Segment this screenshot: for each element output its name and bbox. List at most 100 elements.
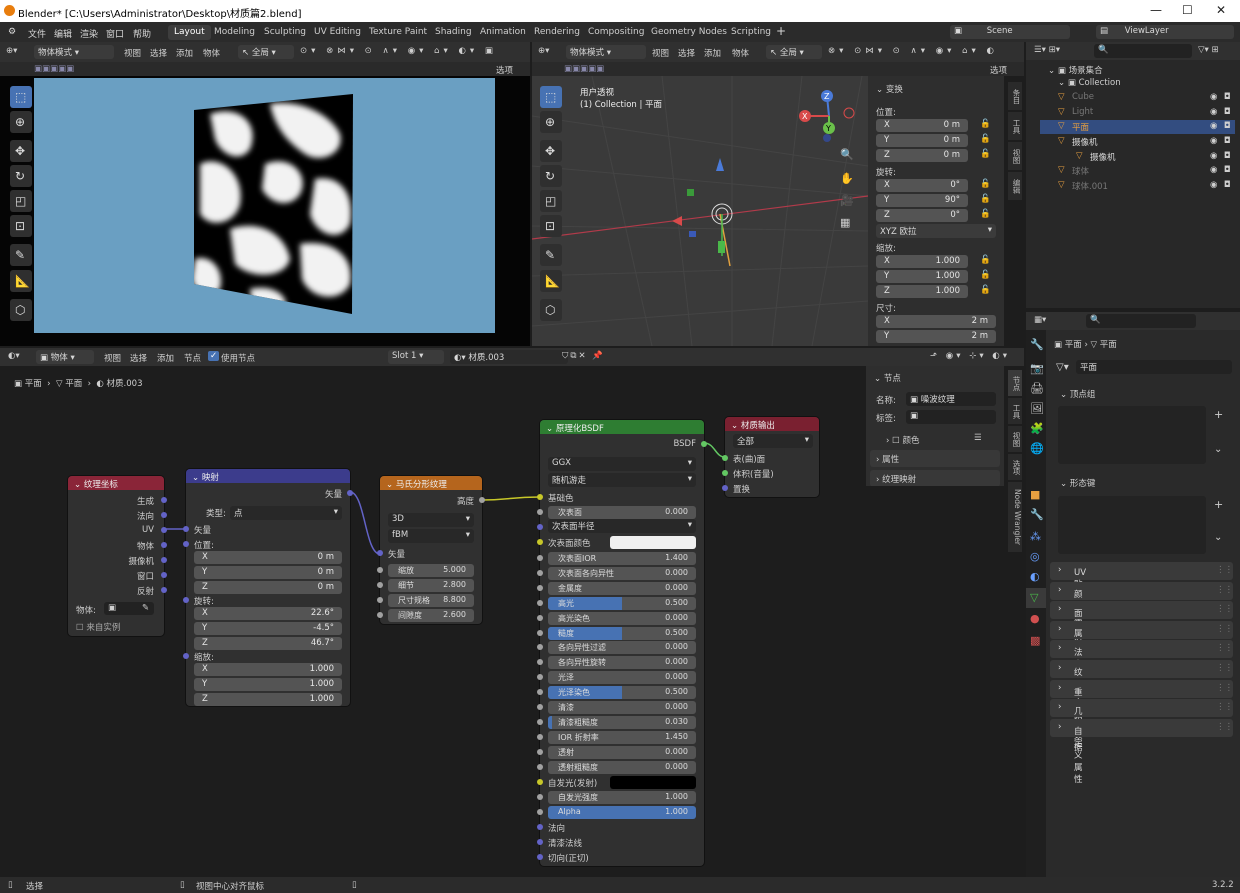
drag-handle-icon[interactable]: ⋮⋮	[1216, 565, 1233, 575]
tab-shading[interactable]: Shading	[429, 25, 478, 40]
drag-handle-icon[interactable]: ⋮⋮	[1216, 604, 1233, 614]
tool-tab-icon[interactable]: 🔧	[1030, 338, 1044, 351]
vgroup-menu-button[interactable]: ⌄	[1214, 444, 1222, 455]
mapping-location-socket[interactable]	[183, 541, 189, 547]
bsdf-header[interactable]: ⌄ 原理化BSDF	[540, 420, 704, 434]
bsdf-input-socket[interactable]	[537, 659, 543, 666]
render-camera-icon[interactable]: ◘	[1224, 121, 1231, 131]
rotation-mode-dropdown[interactable]: XYZ 欧拉 ▾	[876, 224, 996, 238]
lock-icon[interactable]: 🔓	[980, 179, 991, 189]
particles-tab-icon[interactable]: ⁂	[1030, 530, 1041, 543]
rotation-y-field[interactable]: Y 90°	[876, 194, 968, 207]
musgrave-property-field[interactable]: 细节 2.800	[388, 579, 474, 592]
mapping-scale-z-field[interactable]: Z 1.000	[194, 693, 342, 706]
from-instancer-checkbox[interactable]: ☐ 来自实例	[76, 621, 120, 633]
properties-section[interactable]: › 重构网格 ⋮⋮	[1050, 679, 1233, 734]
bsdf-input-socket[interactable]	[537, 569, 543, 576]
outliner-editor-icon[interactable]: ☰▾ ⊞▾	[1034, 45, 1060, 55]
snap-pivot-icons-2[interactable]: ⊗▾ ⊙⋈▾ ⊙ ∧▾ ◉▾ ⌂▾ ◐	[828, 46, 998, 56]
node-panel-title[interactable]: ⌄ 节点	[874, 372, 901, 384]
tab-rendering[interactable]: Rendering	[528, 25, 586, 40]
properties-search[interactable]: 🔍	[1086, 314, 1196, 328]
node-menu-view[interactable]: 视图	[104, 352, 121, 364]
output-displacement-socket[interactable]	[722, 485, 728, 491]
node-color-presets-icon[interactable]: ☰	[974, 433, 982, 443]
physics-tab-icon[interactable]: ◎	[1030, 550, 1040, 563]
bsdf-sss-method-dropdown[interactable]: 随机游走 ▾	[548, 473, 696, 487]
node-menu-node[interactable]: 节点	[184, 352, 201, 364]
shape-keys-header[interactable]: ⌄ 形态键	[1060, 477, 1095, 489]
properties-section[interactable]: › 属性 ⋮⋮	[1050, 620, 1233, 651]
drag-handle-icon[interactable]: ⋮⋮	[1216, 643, 1233, 653]
render-camera-icon[interactable]: ◘	[1224, 136, 1231, 146]
bsdf-property-field[interactable]: 透射 0.000	[548, 745, 696, 759]
visibility-eye-icon[interactable]: ◉	[1210, 107, 1217, 117]
bsdf-property-field[interactable]: 透射粗糙度 0.000	[548, 760, 696, 774]
menu-add-2[interactable]: 添加	[704, 47, 721, 59]
move-tool-2[interactable]: ✥	[540, 140, 562, 162]
node-menu-select[interactable]: 选择	[130, 352, 147, 364]
transform-tool[interactable]: ⊡	[10, 215, 32, 237]
outliner-item[interactable]: ▽ Cube ◉ ◘	[1040, 91, 1235, 105]
properties-section[interactable]: › UV 贴图 ⋮⋮	[1050, 562, 1233, 602]
bsdf-property-field[interactable]: 清漆 0.000	[548, 701, 696, 714]
navigation-gizmo[interactable]: Z X Y	[797, 86, 867, 146]
mapping-rotation-y-field[interactable]: Y -4.5°	[194, 622, 342, 635]
shader-type-dropdown[interactable]: ▣ 物体 ▾	[36, 350, 94, 364]
drag-handle-icon[interactable]: ⋮⋮	[1216, 722, 1233, 732]
tab-item[interactable]: 条目	[1008, 82, 1022, 110]
tab-edit[interactable]: 编辑	[1008, 172, 1022, 200]
tab-view[interactable]: 视图	[1008, 142, 1022, 170]
measure-tool[interactable]: 📐	[10, 270, 32, 292]
bsdf-vector-socket[interactable]	[537, 838, 543, 845]
outliner-item[interactable]: ▽ 摄像机 ◉ ◘	[1040, 135, 1235, 149]
filter-icon[interactable]: ▽▾ ⊞	[1198, 45, 1219, 55]
bsdf-property-field[interactable]: 高光 0.500	[548, 596, 696, 610]
visibility-eye-icon[interactable]: ◉	[1210, 151, 1217, 161]
render-camera-icon[interactable]: ◘	[1224, 92, 1231, 102]
musgrave-header[interactable]: ⌄ 马氏分形纹理	[380, 476, 482, 490]
output-surface-socket[interactable]	[722, 455, 728, 461]
location-y-field[interactable]: Y 0 m	[876, 134, 968, 147]
texcoord-output-socket[interactable]	[161, 542, 167, 548]
scale-y-field[interactable]: Y 1.000	[876, 270, 968, 283]
render-camera-icon[interactable]: ◘	[1224, 151, 1231, 161]
node-principled-bsdf[interactable]: ⌄ 原理化BSDF BSDF GGX ▾ 随机游走 ▾ 基础色 次表面半径 ▾ 次表面颜…	[537, 420, 707, 866]
menu-render[interactable]: 渲染	[80, 27, 98, 40]
location-z-field[interactable]: Z 0 m	[876, 149, 968, 162]
properties-section[interactable]: › 颜色属性 ⋮⋮	[1050, 581, 1233, 636]
rotation-x-field[interactable]: X 0°	[876, 179, 968, 192]
bsdf-property-field[interactable]: 光泽染色 0.500	[548, 686, 696, 700]
shapekey-menu-button[interactable]: ⌄	[1214, 532, 1222, 543]
node-menu-add[interactable]: 添加	[157, 352, 174, 364]
bsdf-property-field[interactable]: 糙度 0.500	[548, 626, 696, 640]
properties-section[interactable]: › 法向 ⋮⋮	[1050, 640, 1233, 670]
output-tab-icon[interactable]: 🖨	[1030, 382, 1044, 395]
tab-tool[interactable]: 工具	[1008, 112, 1022, 140]
blender-menu-icon[interactable]: ⚙	[8, 27, 16, 37]
scale-tool-2[interactable]: ◰	[540, 190, 562, 212]
render-camera-icon[interactable]: ◘	[1224, 107, 1231, 117]
drag-handle-icon[interactable]: ⋮⋮	[1216, 585, 1233, 595]
add-shapekey-button[interactable]: +	[1214, 498, 1223, 511]
bsdf-input-socket[interactable]	[537, 748, 543, 755]
menu-window[interactable]: 窗口	[106, 27, 124, 40]
drag-handle-icon[interactable]: ⋮⋮	[1216, 663, 1233, 673]
tab-texture-paint[interactable]: Texture Paint	[363, 25, 433, 40]
mapping-vector-socket[interactable]	[183, 526, 189, 532]
musgrave-height-socket[interactable]	[479, 497, 485, 503]
mapping-location-y-field[interactable]: Y 0 m	[194, 566, 342, 579]
texture-tab-icon[interactable]: ▩	[1030, 634, 1040, 647]
menu-object-2[interactable]: 物体	[732, 47, 749, 59]
menu-view-2[interactable]: 视图	[652, 47, 669, 59]
texcoord-output-socket[interactable]	[161, 557, 167, 563]
tab-uv-editing[interactable]: UV Editing	[308, 25, 367, 40]
material-actions-icons[interactable]: ⛉⧉✕ 📌	[562, 351, 605, 361]
tab-node-options[interactable]: 选项	[1008, 454, 1022, 480]
bsdf-property-field[interactable]: 次表面IOR 1.400	[548, 552, 696, 565]
material-tab-icon[interactable]: ●	[1030, 612, 1040, 625]
add-cube-tool[interactable]: ⬡	[10, 299, 32, 321]
bsdf-output-socket[interactable]	[701, 441, 707, 447]
transform-tool-2[interactable]: ⊡	[540, 215, 562, 237]
musgrave-property-field[interactable]: 缩放 5.000	[388, 564, 474, 577]
